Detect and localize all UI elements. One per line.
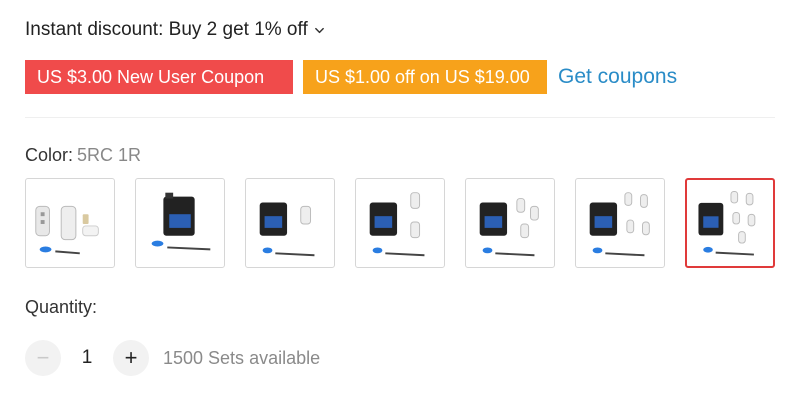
stock-available-text: 1500 Sets available bbox=[163, 347, 321, 368]
get-coupons-link[interactable]: Get coupons bbox=[558, 65, 677, 89]
product-image-remotes bbox=[35, 205, 99, 255]
color-swatch-4[interactable] bbox=[355, 178, 445, 268]
decrement-button[interactable]: − bbox=[25, 340, 61, 376]
color-swatch-7[interactable] bbox=[685, 178, 775, 268]
chevron-down-icon bbox=[314, 27, 324, 33]
color-swatch-1[interactable] bbox=[25, 178, 115, 268]
color-label-text: Color: bbox=[25, 145, 74, 165]
product-image-receiver bbox=[151, 192, 211, 251]
product-image-receiver-3-remotes bbox=[479, 198, 539, 257]
color-swatches bbox=[25, 178, 775, 268]
color-swatch-3[interactable] bbox=[245, 178, 335, 268]
quantity-stepper: − 1 + 1500 Sets available bbox=[25, 340, 320, 376]
product-image-receiver-5-remotes bbox=[698, 190, 756, 256]
section-divider bbox=[25, 117, 775, 118]
product-image-receiver-4-remotes bbox=[589, 192, 650, 257]
product-image-receiver-2-remotes bbox=[369, 192, 425, 257]
product-options-panel: Instant discount: Buy 2 get 1% off US $3… bbox=[0, 0, 800, 400]
store-discount-coupon[interactable]: US $1.00 off on US $19.00 bbox=[300, 60, 550, 94]
new-user-coupon-label: US $3.00 New User Coupon bbox=[37, 66, 265, 87]
instant-discount-dropdown[interactable]: Instant discount: Buy 2 get 1% off bbox=[25, 19, 325, 41]
product-image-receiver-1-remote bbox=[259, 202, 315, 257]
color-swatch-5[interactable] bbox=[465, 178, 555, 268]
increment-button[interactable]: + bbox=[113, 340, 149, 376]
store-discount-coupon-label: US $1.00 off on US $19.00 bbox=[315, 66, 530, 87]
instant-discount-label: Instant discount: Buy 2 get 1% off bbox=[25, 19, 308, 40]
color-selected-value: 5RC 1R bbox=[77, 145, 142, 165]
quantity-value[interactable]: 1 bbox=[61, 347, 113, 369]
quantity-label: Quantity: bbox=[25, 297, 98, 317]
color-swatch-2[interactable] bbox=[135, 178, 225, 268]
coupons-row: US $3.00 New User Coupon US $1.00 off on… bbox=[22, 60, 677, 94]
color-swatch-6[interactable] bbox=[575, 178, 665, 268]
color-label: Color: 5RC 1R bbox=[25, 145, 141, 166]
new-user-coupon[interactable]: US $3.00 New User Coupon bbox=[22, 60, 296, 94]
